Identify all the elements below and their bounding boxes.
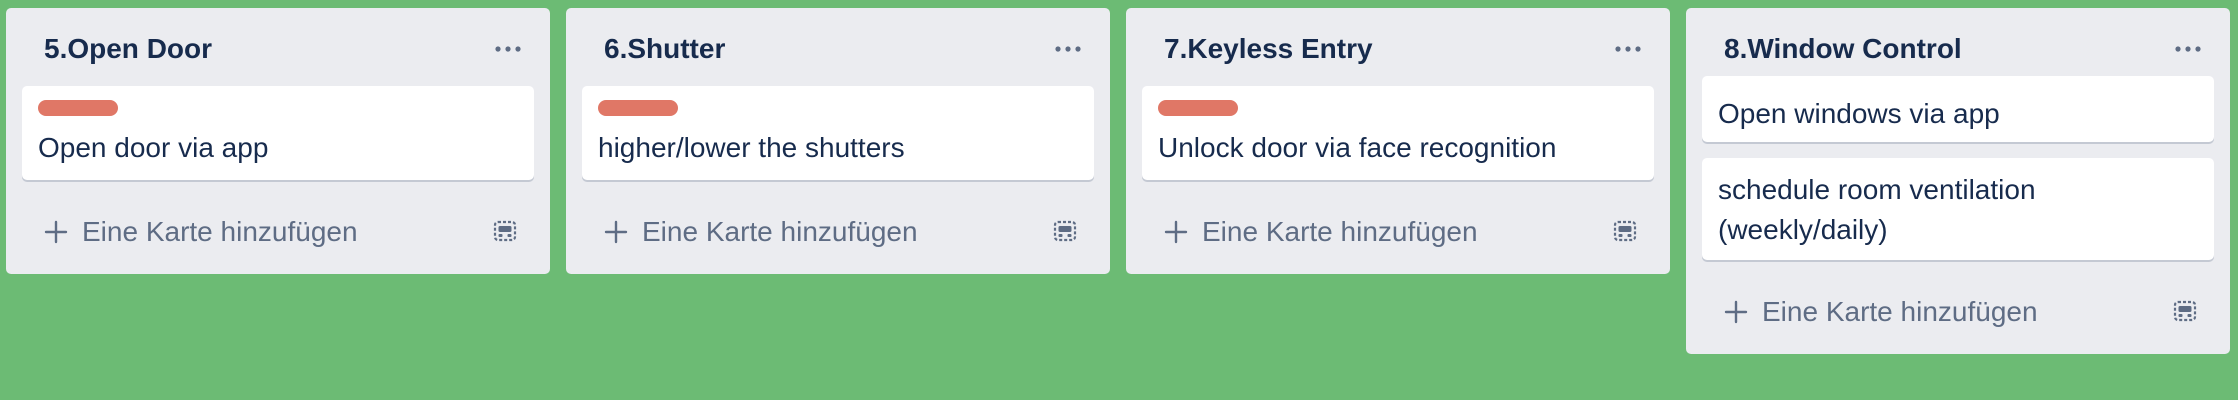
list-header: 7.Keyless Entry (1142, 8, 1654, 86)
ellipsis-icon (1615, 46, 1641, 52)
ellipsis-icon (495, 46, 521, 52)
list-title[interactable]: 5.Open Door (44, 31, 212, 67)
list-header: 8.Window Control (1702, 8, 2214, 86)
card[interactable]: schedule room ventilation (weekly/daily) (1702, 158, 2214, 260)
card-label-red (1158, 100, 1238, 116)
board: 5.Open Door Open door via app Eine Karte… (0, 0, 2238, 400)
list-footer: Eine Karte hinzufügen (1142, 194, 1654, 274)
list-title[interactable]: 7.Keyless Entry (1164, 31, 1373, 67)
plus-icon (604, 220, 628, 244)
list-footer: Eine Karte hinzufügen (22, 194, 534, 274)
ellipsis-icon (1055, 46, 1081, 52)
list-header: 5.Open Door (22, 8, 534, 86)
create-from-template-button[interactable] (490, 216, 520, 246)
add-card-label: Eine Karte hinzufügen (82, 216, 358, 247)
card[interactable]: Unlock door via face recognition (1142, 86, 1654, 180)
add-card-label: Eine Karte hinzufügen (1202, 216, 1478, 247)
card-title: Unlock door via face recognition (1158, 132, 1557, 163)
card-title: Open windows via app (1718, 98, 2000, 129)
card-template-icon (493, 220, 517, 242)
create-from-template-button[interactable] (1610, 216, 1640, 246)
card-title: higher/lower the shutters (598, 132, 905, 163)
list-footer: Eine Karte hinzufügen (582, 194, 1094, 274)
card-template-icon (2173, 300, 2197, 322)
list-menu-button[interactable] (1608, 34, 1648, 64)
card-template-icon (1613, 220, 1637, 242)
list-keyless-entry: 7.Keyless Entry Unlock door via face rec… (1126, 8, 1670, 274)
card-title: Open door via app (38, 132, 269, 163)
card-template-icon (1053, 220, 1077, 242)
plus-icon (44, 220, 68, 244)
card[interactable]: higher/lower the shutters (582, 86, 1094, 180)
add-card-button[interactable]: Eine Karte hinzufügen (604, 214, 918, 250)
card-label-red (598, 100, 678, 116)
list-window-control: 8.Window Control Open windows via app sc… (1686, 8, 2230, 354)
add-card-label: Eine Karte hinzufügen (1762, 296, 2038, 327)
add-card-label: Eine Karte hinzufügen (642, 216, 918, 247)
create-from-template-button[interactable] (2170, 296, 2200, 326)
card-title: schedule room ventilation (weekly/daily) (1718, 174, 2036, 245)
card[interactable]: Open door via app (22, 86, 534, 180)
list-shutter: 6.Shutter higher/lower the shutters Eine… (566, 8, 1110, 274)
list-header: 6.Shutter (582, 8, 1094, 86)
add-card-button[interactable]: Eine Karte hinzufügen (44, 214, 358, 250)
list-title[interactable]: 6.Shutter (604, 31, 725, 67)
add-card-button[interactable]: Eine Karte hinzufügen (1724, 294, 2038, 330)
ellipsis-icon (2175, 46, 2201, 52)
create-from-template-button[interactable] (1050, 216, 1080, 246)
list-open-door: 5.Open Door Open door via app Eine Karte… (6, 8, 550, 274)
card-label-red (38, 100, 118, 116)
list-menu-button[interactable] (2168, 34, 2208, 64)
list-menu-button[interactable] (488, 34, 528, 64)
list-title[interactable]: 8.Window Control (1724, 31, 1962, 67)
list-menu-button[interactable] (1048, 34, 1088, 64)
plus-icon (1724, 300, 1748, 324)
plus-icon (1164, 220, 1188, 244)
list-footer: Eine Karte hinzufügen (1702, 274, 2214, 354)
add-card-button[interactable]: Eine Karte hinzufügen (1164, 214, 1478, 250)
